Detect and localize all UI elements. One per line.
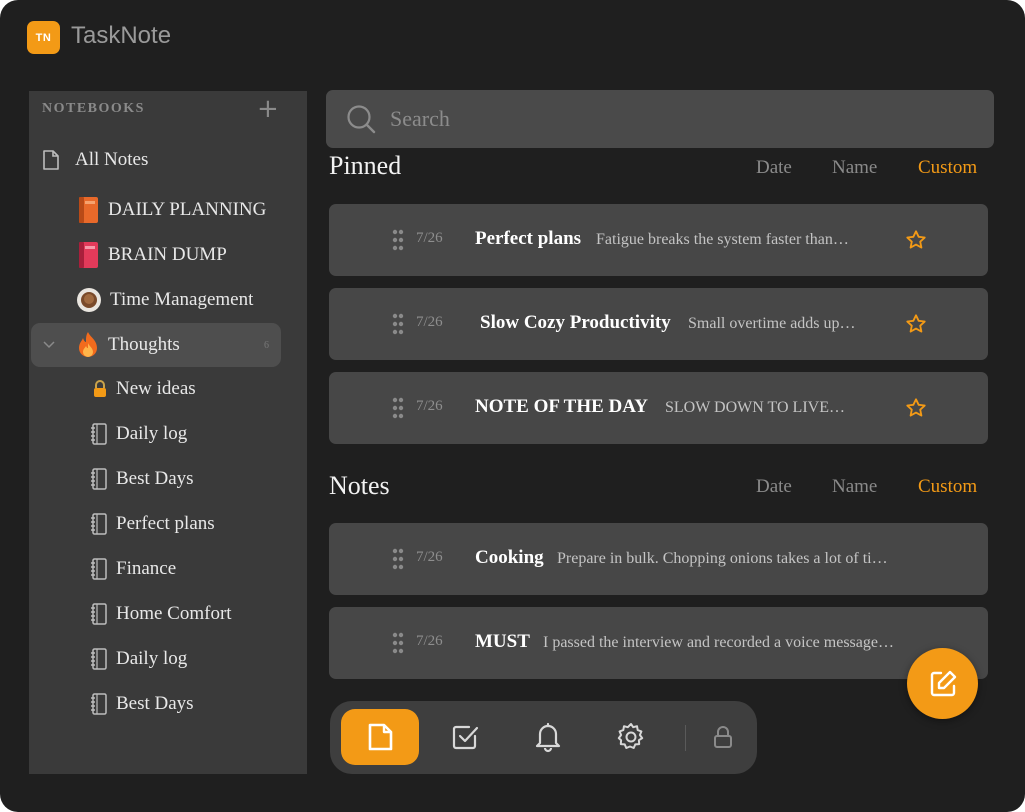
note-date: 7/26 xyxy=(416,549,443,565)
sidebar-item-label: Daily log xyxy=(116,648,188,669)
drag-handle-icon[interactable] xyxy=(392,397,404,424)
sidebar-item-thoughts[interactable]: Thoughts 6 xyxy=(31,323,281,367)
note-preview: Prepare in bulk. Chopping onions takes a… xyxy=(557,550,888,567)
pinned-sort-date[interactable]: Date xyxy=(756,157,792,179)
notes-sort-date[interactable]: Date xyxy=(756,476,792,498)
orange-book-icon xyxy=(76,196,100,224)
add-notebook-button[interactable]: + xyxy=(257,95,279,123)
drag-handle-icon[interactable] xyxy=(392,632,404,659)
note-preview: Fatigue breaks the system faster than… xyxy=(596,231,849,248)
chevron-down-icon[interactable] xyxy=(43,338,55,353)
sidebar-item-label: Best Days xyxy=(116,693,194,714)
sidebar-subitem-finance[interactable]: Finance xyxy=(90,547,176,591)
note-preview: SLOW DOWN TO LIVE… xyxy=(665,399,845,416)
pinned-section-title: Pinned xyxy=(329,151,402,180)
sidebar-item-label: Home Comfort xyxy=(116,603,232,624)
sidebar-item-label: DAILY PLANNING xyxy=(108,199,267,220)
notebooks-header: NOTEBOOKS xyxy=(42,101,145,116)
note-preview: I passed the interview and recorded a vo… xyxy=(543,634,894,651)
notes-sort-custom[interactable]: Custom xyxy=(918,476,977,498)
red-book-icon xyxy=(76,241,100,269)
note-title: MUST xyxy=(475,631,530,652)
sidebar-subitem-daily-log-2[interactable]: Daily log xyxy=(90,637,187,681)
app-window: TN TaskNote NOTEBOOKS + All Notes DAILY … xyxy=(0,0,1025,812)
notebook-count: 6 xyxy=(264,339,269,351)
sidebar-item-all-notes[interactable]: All Notes xyxy=(41,138,148,182)
note-title: NOTE OF THE DAY xyxy=(475,396,648,417)
star-icon[interactable] xyxy=(905,397,927,424)
coffee-icon xyxy=(76,287,102,313)
gear-icon xyxy=(615,721,647,753)
sidebar-item-label: Finance xyxy=(116,558,177,579)
sidebar-subitem-perfect-plans[interactable]: Perfect plans xyxy=(90,502,215,546)
drag-handle-icon[interactable] xyxy=(392,229,404,256)
document-icon xyxy=(41,149,61,171)
note-title: Perfect plans xyxy=(475,228,582,249)
sidebar: NOTEBOOKS + All Notes DAILY PLANNING BRA… xyxy=(29,91,307,774)
search-bar[interactable] xyxy=(326,90,994,148)
search-icon xyxy=(346,104,376,134)
notes-sort-name[interactable]: Name xyxy=(832,476,877,498)
notebook-icon xyxy=(90,423,108,445)
note-date: 7/26 xyxy=(416,314,443,330)
nav-settings-button[interactable] xyxy=(592,709,670,765)
drag-handle-icon[interactable] xyxy=(392,548,404,575)
sidebar-item-label: Perfect plans xyxy=(116,513,215,534)
note-title: Slow Cozy Productivity xyxy=(480,312,671,333)
notebook-icon xyxy=(90,603,108,625)
new-note-button[interactable] xyxy=(907,648,978,719)
sidebar-subitem-best-days-2[interactable]: Best Days xyxy=(90,682,194,726)
lock-icon xyxy=(712,725,734,749)
pinned-note-card[interactable]: 7/26 Perfect plans Fatigue breaks the sy… xyxy=(329,204,988,276)
fire-icon xyxy=(76,331,100,359)
nav-reminders-button[interactable] xyxy=(509,709,587,765)
lock-icon xyxy=(92,380,108,398)
notebook-icon xyxy=(90,513,108,535)
sidebar-item-label: Best Days xyxy=(116,468,194,489)
app-logo: TN xyxy=(27,21,60,54)
sidebar-item-label: Thoughts xyxy=(108,334,180,355)
note-preview: Small overtime adds up… xyxy=(688,315,856,332)
bell-icon xyxy=(533,721,563,753)
notebook-icon xyxy=(90,558,108,580)
notes-section-title: Notes xyxy=(329,471,390,500)
pinned-sort-name[interactable]: Name xyxy=(832,157,877,179)
edit-icon xyxy=(927,668,959,700)
note-date: 7/26 xyxy=(416,230,443,246)
nav-lock-button[interactable] xyxy=(684,709,762,765)
note-title: Cooking xyxy=(475,547,544,568)
notebook-icon xyxy=(90,648,108,670)
note-card[interactable]: 7/26 MUST I passed the interview and rec… xyxy=(329,607,988,679)
note-card[interactable]: 7/26 Cooking Prepare in bulk. Chopping o… xyxy=(329,523,988,595)
note-date: 7/26 xyxy=(416,633,443,649)
star-icon[interactable] xyxy=(905,313,927,340)
star-icon[interactable] xyxy=(905,229,927,256)
sidebar-item-label: All Notes xyxy=(75,149,149,170)
sidebar-item-label: Time Management xyxy=(110,289,254,310)
bottom-nav-bar xyxy=(330,701,757,774)
pinned-sort-custom[interactable]: Custom xyxy=(918,157,977,179)
nav-tasks-button[interactable] xyxy=(426,709,504,765)
sidebar-item-label: Daily log xyxy=(116,423,188,444)
sidebar-subitem-new-ideas[interactable]: New ideas xyxy=(92,367,196,411)
sidebar-item-brain-dump[interactable]: BRAIN DUMP xyxy=(76,233,227,277)
sidebar-item-time-management[interactable]: Time Management xyxy=(76,278,253,322)
notebook-icon xyxy=(90,468,108,490)
checkbox-icon xyxy=(450,722,480,752)
note-icon xyxy=(364,721,396,753)
sidebar-subitem-home-comfort[interactable]: Home Comfort xyxy=(90,592,232,636)
note-date: 7/26 xyxy=(416,398,443,414)
sidebar-item-daily-planning[interactable]: DAILY PLANNING xyxy=(76,188,266,232)
drag-handle-icon[interactable] xyxy=(392,313,404,340)
pinned-note-card[interactable]: 7/26 NOTE OF THE DAY SLOW DOWN TO LIVE… xyxy=(329,372,988,444)
search-input[interactable] xyxy=(388,105,952,133)
sidebar-item-label: New ideas xyxy=(116,378,196,399)
pinned-note-card[interactable]: 7/26 Slow Cozy Productivity Small overti… xyxy=(329,288,988,360)
app-title: TaskNote xyxy=(71,22,172,49)
sidebar-subitem-daily-log[interactable]: Daily log xyxy=(90,412,187,456)
sidebar-item-label: BRAIN DUMP xyxy=(108,244,227,265)
nav-notes-button[interactable] xyxy=(341,709,419,765)
sidebar-subitem-best-days[interactable]: Best Days xyxy=(90,457,194,501)
notebook-icon xyxy=(90,693,108,715)
